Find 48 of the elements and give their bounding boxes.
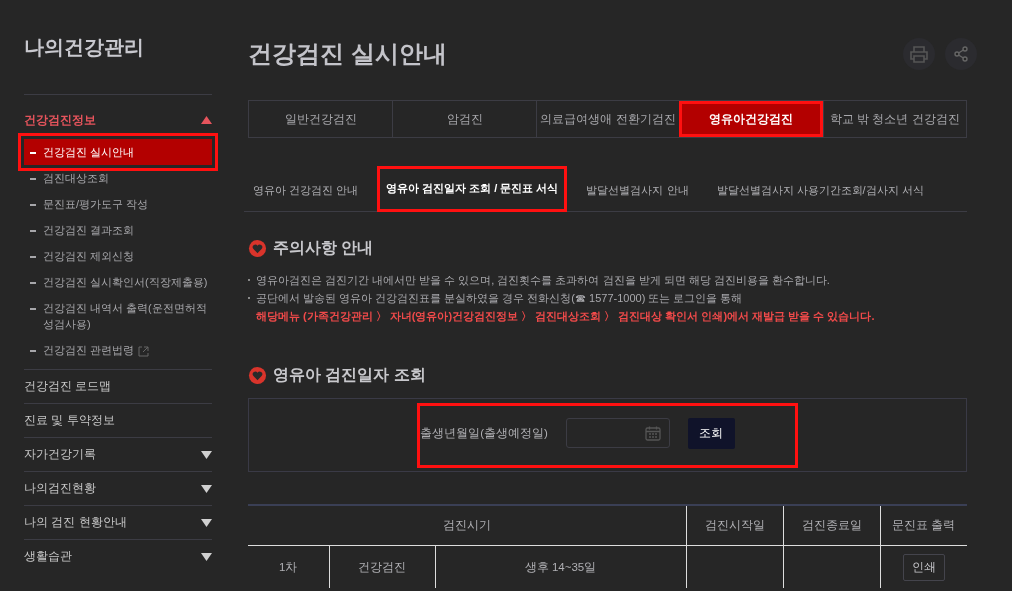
sidebar-section[interactable]: 생활습관 [24,548,72,565]
sidebar-item[interactable]: 건강검진 관련법령 [24,337,212,363]
column-header: 검진시기 [442,519,491,531]
sidebar-section[interactable]: 나의 검진 현황안내 [24,514,127,531]
sidebar-section[interactable]: 진료 및 투약정보 [24,412,115,429]
sidebar-section[interactable]: 건강검진정보 [24,111,96,129]
tab[interactable]: 일반건강검진 [249,101,393,137]
sidebar-section[interactable]: 자가건강기록 [24,446,96,463]
column-header: 검진종료일 [801,519,862,531]
sidebar-section[interactable]: 건강검진 로드맵 [24,378,112,395]
expand-arrow-icon[interactable] [201,484,212,493]
sub-tab[interactable]: 영유아 검진일자 조회 / 문진표 서식 [377,166,568,212]
sub-tab[interactable]: 발달선별검사지 사용기간조회/검사지 서식 [707,168,933,211]
sidebar-item[interactable]: 검진대상조회 [24,165,212,191]
tab[interactable]: 학교 밖 청소년 건강검진 [822,101,966,137]
sidebar-item[interactable]: 건강검진 내역서 출력(운전면허적성검사용) [24,295,212,337]
table-cell: 1차 [279,560,298,573]
expand-arrow-icon[interactable] [201,552,212,561]
sidebar-item[interactable]: 문진표/평가도구 작성 [24,191,212,217]
section-heading: 주의사항 안내 [273,238,374,258]
collapse-arrow-icon[interactable] [201,116,212,124]
share-icon [953,46,969,62]
field-label: 출생년월일(출생예정일) [420,425,548,441]
expand-arrow-icon[interactable] [201,450,212,459]
expand-arrow-icon[interactable] [201,518,212,527]
table-cell: 건강검진 [358,560,406,573]
sidebar-section[interactable]: 나의검진현황 [24,480,96,497]
tab[interactable]: 영유아건강검진 [679,101,823,137]
notice-text: 영유아검진은 검진기간 내에서만 받을 수 있으며, 검진횟수를 초과하여 검진을 받게 되면 해당 검진비용을 환수합니다. [256,274,830,286]
sidebar-item[interactable]: 건강검진 결과조회 [24,217,212,243]
section-heading: 영유아 검진일자 조회 [273,365,426,385]
sidebar-title: 나의건강관리 [24,35,145,60]
table-cell: 생후 14~35일 [524,560,597,573]
sub-tab[interactable]: 발달선별검사지 안내 [577,168,698,211]
notice-note: 해당메뉴 (가족건강관리 〉 자녀(영유아)건강검진정보 〉 검진대상조회 〉 검진대상 확인서 인쇄)에서 재발급 받을 수 있습니다. [256,309,876,324]
sidebar-item[interactable]: 건강검진 제외신청 [24,243,212,269]
page-title: 건강검진 실시안내 [248,39,447,69]
date-input[interactable] [565,418,670,448]
tab[interactable]: 암검진 [392,101,536,137]
printer-icon [910,45,928,63]
calendar-icon [644,425,661,441]
print-button[interactable]: 인쇄 [902,553,945,581]
column-header: 문진표 출력 [892,519,956,531]
sub-tab[interactable]: 영유아 건강검진 안내 [244,168,368,211]
sidebar-item[interactable]: 건강검진 실시확인서(직장제출용) [24,269,212,295]
column-header: 검진시작일 [704,519,765,531]
notice-text: 공단에서 발송된 영유아 건강검진표를 분실하였을 경우 전화신청(☎ 1577-1000) 또는 로그인을 통해 [256,292,743,304]
search-button[interactable]: 조회 [687,417,735,449]
